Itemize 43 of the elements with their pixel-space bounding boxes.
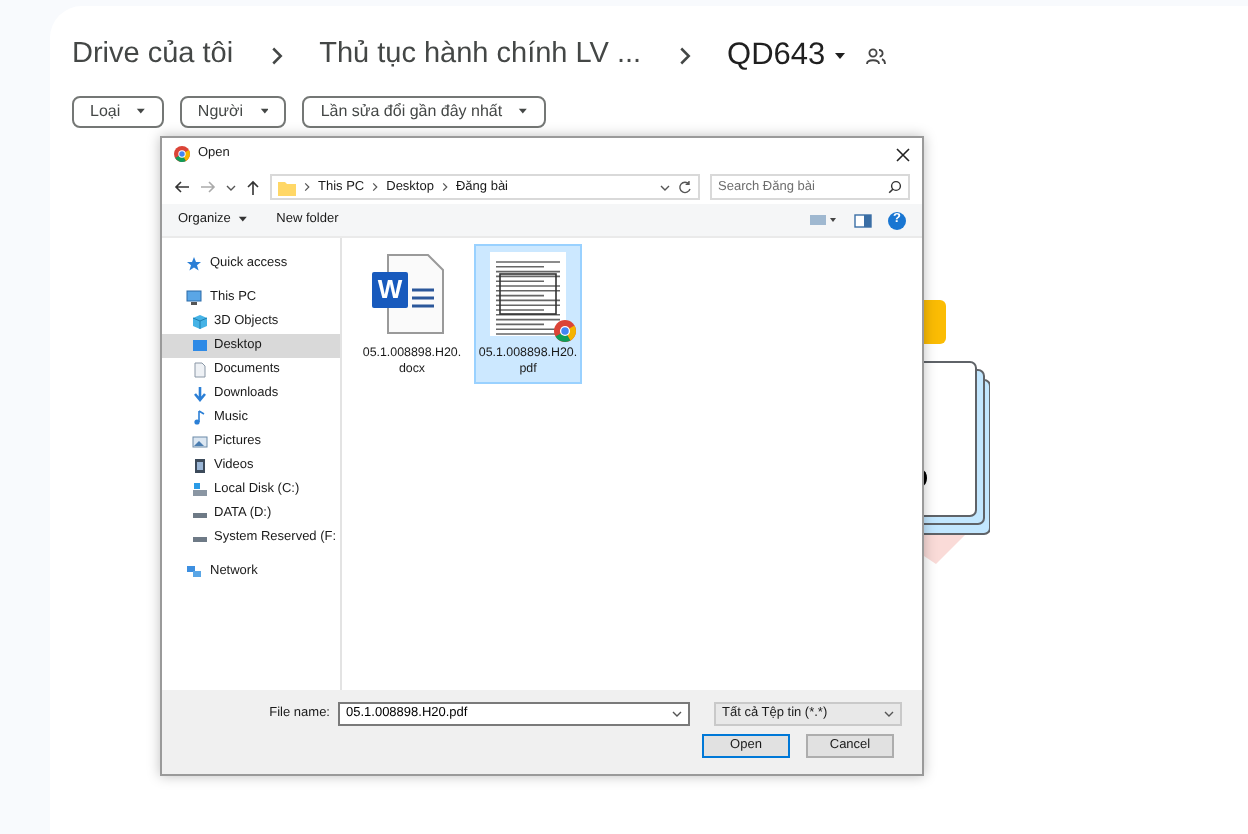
refresh-icon[interactable] [678, 180, 692, 194]
back-arrow-icon[interactable] [174, 180, 190, 194]
folder-icon [278, 179, 296, 195]
word-logo: W [372, 272, 408, 308]
browser-logo-icon [174, 146, 190, 162]
music-note-icon [192, 410, 208, 426]
caret-icon [672, 710, 682, 718]
computer-icon [186, 290, 202, 306]
caret-icon [518, 108, 528, 116]
caret-icon[interactable] [660, 183, 670, 191]
chevron-icon [372, 182, 379, 192]
chevron-icon [677, 46, 692, 66]
browser-logo-icon [554, 320, 576, 342]
caret-icon [259, 108, 269, 116]
monitor-icon [192, 338, 208, 354]
picture-icon [192, 434, 208, 450]
filter-chip[interactable]: Lần sửa đổi gần đây nhất [302, 96, 546, 128]
chevron-icon [441, 182, 448, 192]
breadcrumb-link[interactable]: Drive của tôi [72, 34, 234, 78]
folder-title[interactable]: QD643 [727, 32, 826, 80]
caret-icon [238, 216, 249, 224]
cube-icon [192, 314, 208, 330]
close-icon[interactable] [896, 147, 910, 161]
filter-chip[interactable]: Người [179, 96, 287, 128]
film-icon [192, 458, 208, 474]
download-arrow-icon [192, 386, 208, 402]
up-arrow-icon[interactable] [246, 179, 260, 195]
chevron-icon [304, 182, 310, 192]
document-icon [192, 362, 208, 378]
view-options-icon[interactable] [810, 214, 838, 226]
chevron-icon [269, 46, 284, 66]
filter-chip[interactable]: Loại [72, 96, 164, 128]
document-thumbnail [484, 250, 572, 338]
caret-icon [833, 52, 846, 60]
caret-icon[interactable] [226, 183, 236, 191]
caret-icon [884, 710, 894, 718]
search-icon [888, 180, 902, 194]
preview-pane-icon[interactable] [854, 213, 872, 227]
star-icon [186, 256, 202, 272]
caret-icon [136, 108, 146, 116]
network-icon [186, 564, 202, 580]
breadcrumb-link[interactable]: Thủ tục hành chính LV ... [319, 34, 642, 78]
disk-icon [192, 482, 208, 498]
